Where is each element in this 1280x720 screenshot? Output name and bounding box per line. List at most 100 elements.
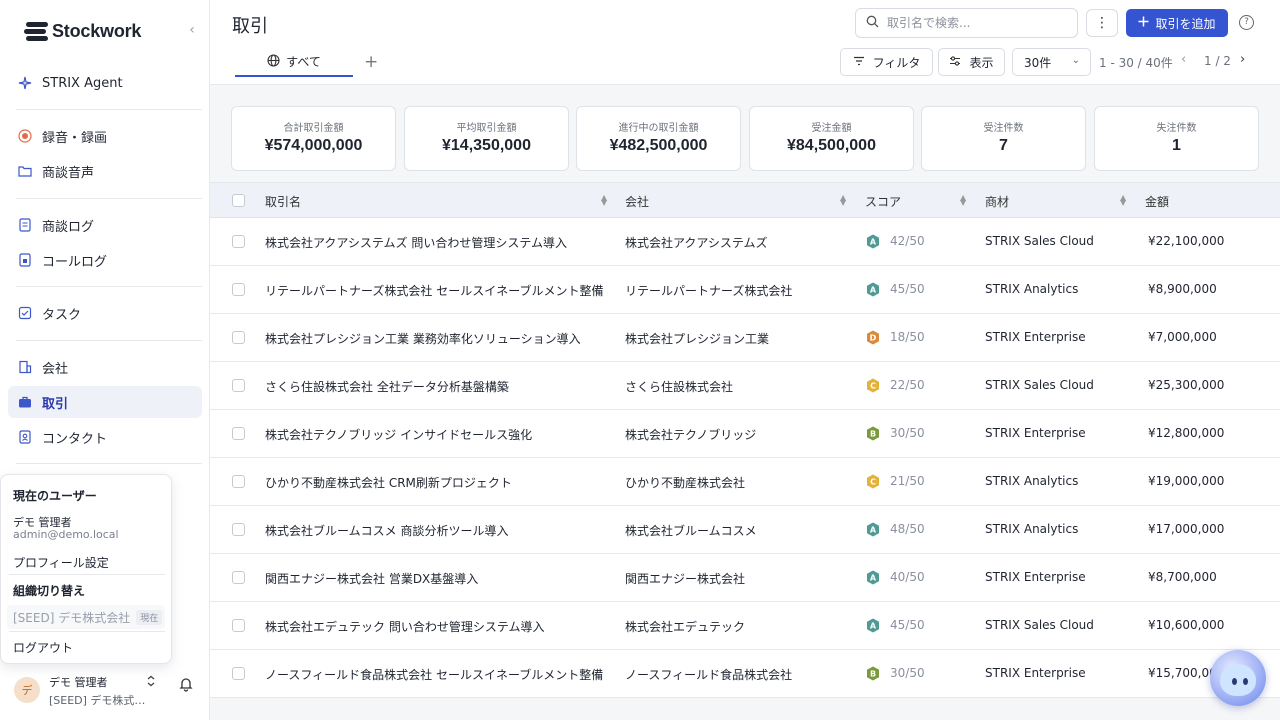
briefcase-icon [18, 395, 32, 409]
more-options-button[interactable]: ⋮ [1086, 9, 1118, 37]
select-all-checkbox[interactable] [232, 194, 245, 207]
search-input[interactable] [887, 16, 1067, 30]
deal-name-cell[interactable]: 株式会社エデュテック 問い合わせ管理システム導入 [265, 618, 613, 635]
user-menu-trigger[interactable]: デ デモ 管理者 [SEED] デモ株式… [0, 664, 209, 720]
table-row[interactable]: ノースフィールド食品株式会社 セールスイネーブルメント整備 ノースフィールド食品株… [210, 650, 1280, 698]
deal-name-cell[interactable]: 株式会社アクアシステムズ 問い合わせ管理システム導入 [265, 234, 613, 251]
deal-name-cell[interactable]: ノースフィールド食品株式会社 セールスイネーブルメント整備 [265, 666, 613, 683]
table-row[interactable]: 関西エナジー株式会社 営業DX基盤導入 関西エナジー株式会社 40/50 STRIX … [210, 554, 1280, 602]
row-checkbox[interactable] [232, 235, 245, 248]
display-settings-button[interactable]: 表示 [938, 48, 1005, 76]
deal-name-cell[interactable]: 株式会社テクノブリッジ インサイドセールス強化 [265, 426, 613, 443]
company-cell[interactable]: ノースフィールド食品株式会社 [625, 666, 855, 683]
sidebar-item-deals[interactable]: 取引 [8, 386, 202, 418]
assistant-bot-button[interactable] [1210, 650, 1266, 706]
company-cell[interactable]: さくら住設株式会社 [625, 378, 855, 395]
sort-icon[interactable]: ▲ ▼ [601, 194, 607, 207]
deal-name-cell[interactable]: 株式会社プレシジョン工業 業務効率化ソリューション導入 [265, 330, 613, 347]
column-header-company[interactable]: 会社 [625, 193, 649, 210]
contact-card-icon [18, 430, 32, 444]
divider [9, 574, 165, 575]
stat-card: 失注件数 1 [1094, 106, 1259, 171]
display-label: 表示 [969, 55, 994, 70]
product-cell: STRIX Analytics [985, 282, 1079, 296]
company-cell[interactable]: ひかり不動産株式会社 [625, 474, 855, 491]
prev-page-icon[interactable]: ‹ [1181, 52, 1186, 67]
sidebar-item-label: 録音・録画 [42, 130, 108, 146]
row-checkbox[interactable] [232, 379, 245, 392]
help-icon[interactable]: ? [1239, 15, 1254, 30]
stat-card: 合計取引金額 ¥574,000,000 [231, 106, 396, 171]
add-deal-button[interactable]: 取引を追加 [1126, 9, 1228, 37]
sidebar-item-contacts[interactable]: コンタクト [8, 421, 202, 453]
product-cell: STRIX Sales Cloud [985, 234, 1094, 248]
table-row[interactable]: リテールパートナーズ株式会社 セールスイネーブルメント整備 リテールパートナーズ株… [210, 266, 1280, 314]
table-row[interactable]: 株式会社エデュテック 問い合わせ管理システム導入 株式会社エデュテック 45/50 S… [210, 602, 1280, 650]
company-cell[interactable]: 関西エナジー株式会社 [625, 570, 855, 587]
sidebar-item-meeting-audio[interactable]: 商談音声 [8, 155, 202, 187]
row-checkbox[interactable] [232, 427, 245, 440]
sidebar-item-label: タスク [42, 307, 82, 323]
logout-button[interactable]: ログアウト [13, 639, 73, 656]
sidebar-item-tasks[interactable]: タスク [8, 297, 202, 329]
deal-name-cell[interactable]: リテールパートナーズ株式会社 セールスイネーブルメント整備 [265, 282, 613, 299]
add-view-plus-icon[interactable]: + [364, 52, 378, 72]
column-header-product[interactable]: 商材 [985, 193, 1009, 210]
row-checkbox[interactable] [232, 619, 245, 632]
divider [16, 286, 202, 287]
sort-icon[interactable]: ▲ ▼ [960, 194, 966, 207]
per-page-select[interactable]: 30件 ⌄ [1012, 48, 1091, 76]
sort-icon[interactable]: ▲ ▼ [840, 194, 846, 207]
company-cell[interactable]: 株式会社エデュテック [625, 618, 855, 635]
sidebar-item-recording[interactable]: 録音・録画 [8, 120, 202, 152]
grade-hexagon-icon: B [866, 666, 880, 681]
table-row[interactable]: 株式会社プレシジョン工業 業務効率化ソリューション導入 株式会社プレシジョン工業 1… [210, 314, 1280, 362]
company-cell[interactable]: リテールパートナーズ株式会社 [625, 282, 855, 299]
next-page-icon[interactable]: › [1240, 52, 1245, 67]
sidebar-item-meeting-log[interactable]: 商談ログ [8, 209, 202, 241]
deal-name-cell[interactable]: 株式会社ブルームコスメ 商談分析ツール導入 [265, 522, 613, 539]
sidebar-item-strix-agent[interactable]: STRIX Agent [8, 67, 202, 99]
search-box[interactable] [855, 8, 1078, 38]
row-checkbox[interactable] [232, 475, 245, 488]
phone-log-icon [18, 253, 32, 267]
row-checkbox[interactable] [232, 523, 245, 536]
filter-button[interactable]: フィルタ [840, 48, 933, 76]
row-checkbox[interactable] [232, 667, 245, 680]
folder-icon [18, 164, 32, 178]
grade-letter: A [870, 286, 877, 295]
company-cell[interactable]: 株式会社プレシジョン工業 [625, 330, 855, 347]
sort-icon[interactable]: ▲ ▼ [1120, 194, 1126, 207]
divider [16, 198, 202, 199]
table-row[interactable]: ひかり不動産株式会社 CRM刷新プロジェクト ひかり不動産株式会社 21/50 STR… [210, 458, 1280, 506]
table-row[interactable]: 株式会社テクノブリッジ インサイドセールス強化 株式会社テクノブリッジ 30/50 S… [210, 410, 1280, 458]
tab-all[interactable]: すべて [235, 48, 353, 77]
column-header-amount[interactable]: 金額 [1145, 193, 1169, 210]
logo[interactable]: Stockwork [24, 18, 141, 44]
grade-hexagon-icon: A [866, 570, 880, 585]
table-row[interactable]: 株式会社ブルームコスメ 商談分析ツール導入 株式会社ブルームコスメ 48/50 STR… [210, 506, 1280, 554]
table-row[interactable]: さくら住設株式会社 全社データ分析基盤構築 さくら住設株式会社 22/50 STRIX… [210, 362, 1280, 410]
deal-name-cell[interactable]: さくら住設株式会社 全社データ分析基盤構築 [265, 378, 613, 395]
company-cell[interactable]: 株式会社テクノブリッジ [625, 426, 855, 443]
row-checkbox[interactable] [232, 571, 245, 584]
sidebar-item-call-log[interactable]: コールログ [8, 244, 202, 276]
row-checkbox[interactable] [232, 331, 245, 344]
sidebar-item-companies[interactable]: 会社 [8, 351, 202, 383]
row-checkbox[interactable] [232, 283, 245, 296]
deal-name-cell[interactable]: ひかり不動産株式会社 CRM刷新プロジェクト [265, 474, 613, 491]
table-row[interactable]: 株式会社アクアシステムズ 問い合わせ管理システム導入 株式会社アクアシステムズ 42… [210, 218, 1280, 266]
sidebar-item-label: 会社 [42, 361, 69, 377]
org-option-current[interactable]: [SEED] デモ株式会社 現在 [7, 605, 165, 629]
grade-hexagon-icon: D [866, 330, 880, 345]
collapse-sidebar-icon[interactable]: ‹ [184, 22, 200, 38]
company-cell[interactable]: 株式会社ブルームコスメ [625, 522, 855, 539]
grade-hexagon-icon: C [866, 474, 880, 489]
bell-icon[interactable] [178, 676, 194, 692]
column-header-score[interactable]: スコア [865, 193, 901, 210]
deal-name-cell[interactable]: 関西エナジー株式会社 営業DX基盤導入 [265, 570, 613, 587]
record-icon [18, 129, 32, 143]
company-cell[interactable]: 株式会社アクアシステムズ [625, 234, 855, 251]
column-header-deal-name[interactable]: 取引名 [265, 193, 301, 210]
profile-settings-link[interactable]: プロフィール設定 [13, 554, 109, 571]
